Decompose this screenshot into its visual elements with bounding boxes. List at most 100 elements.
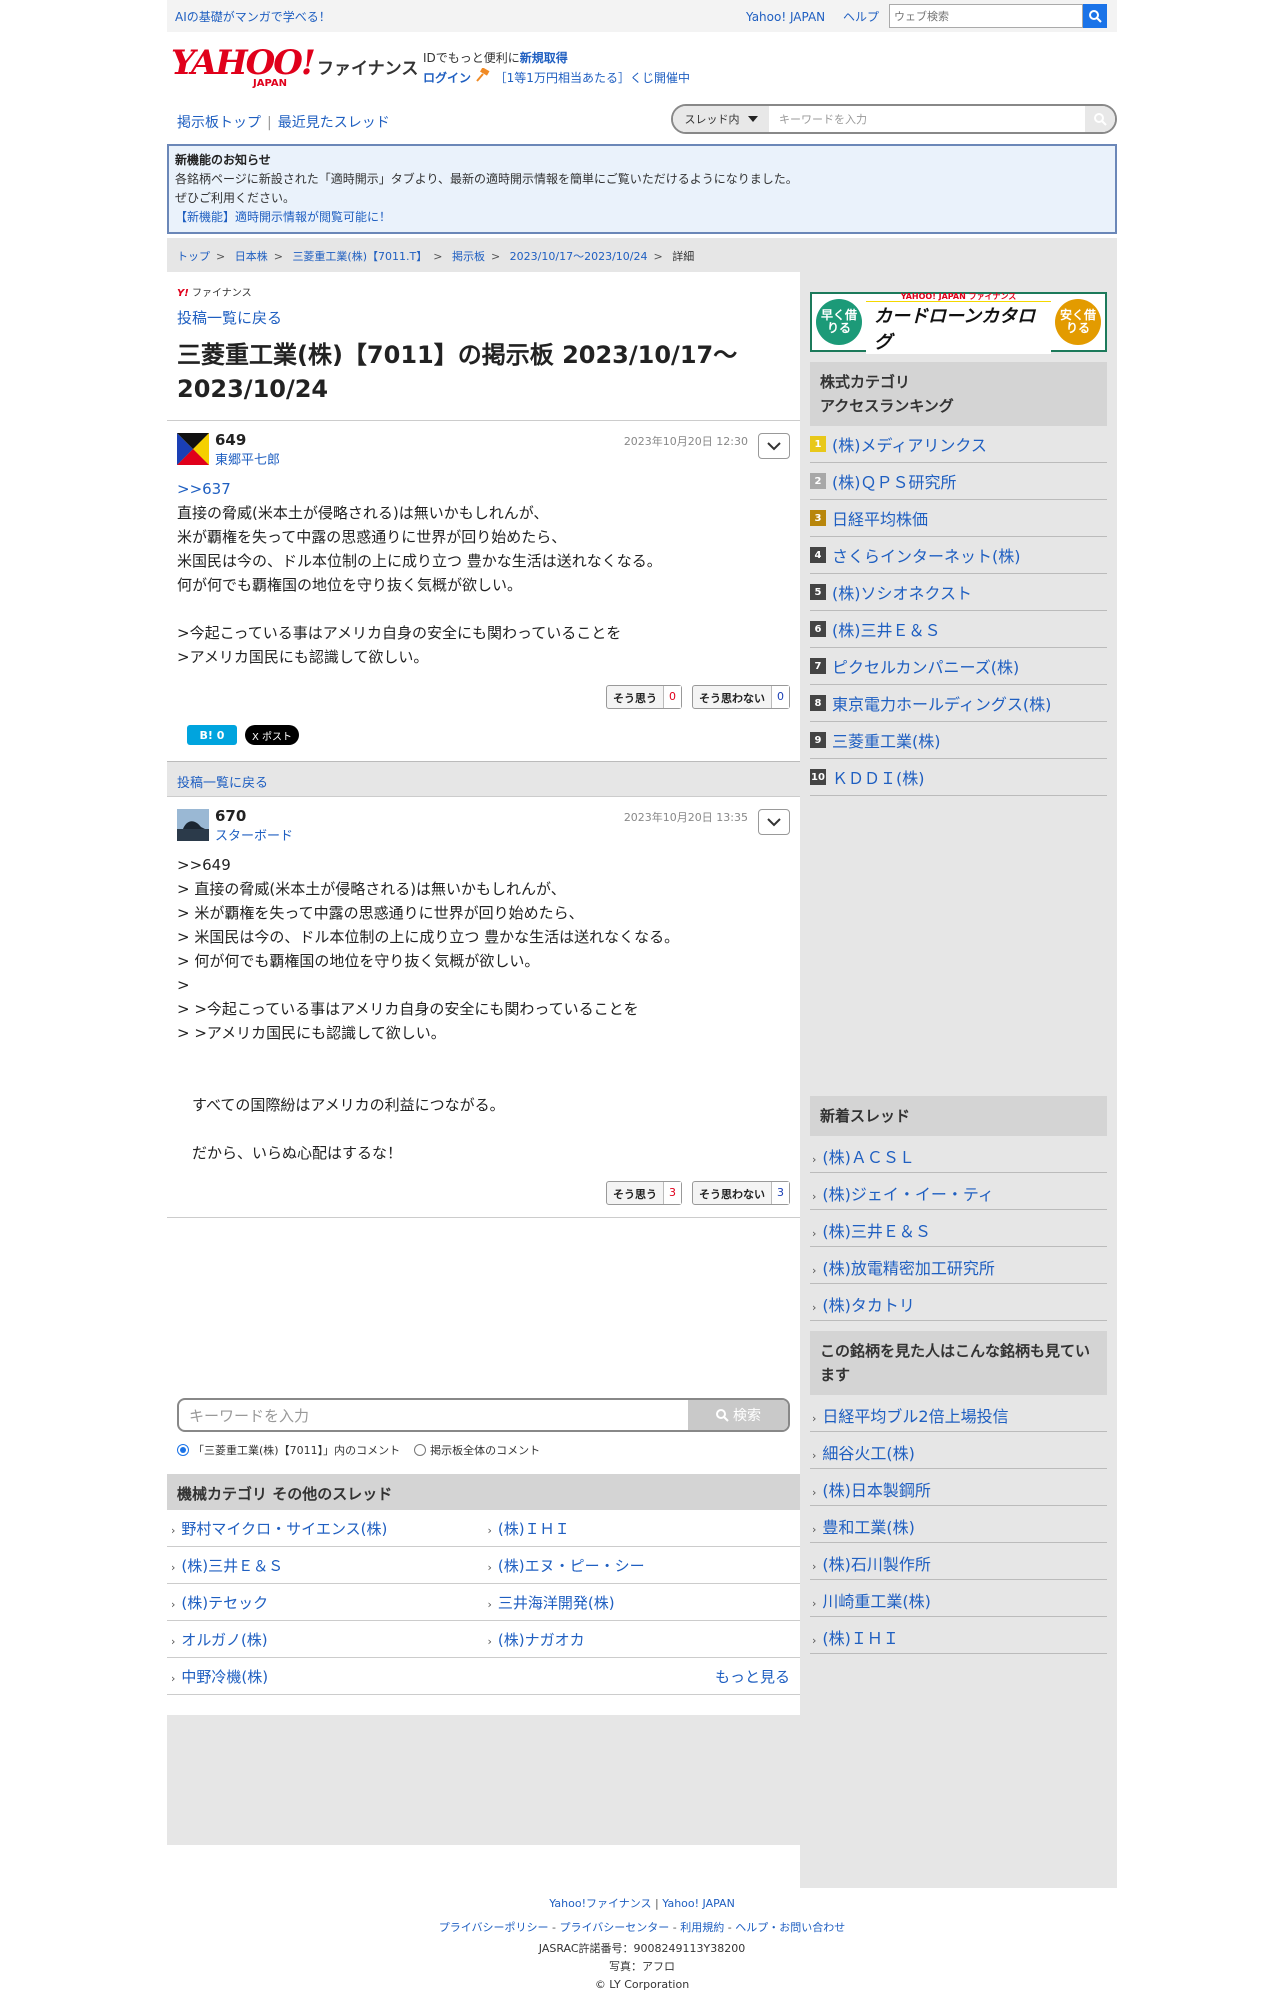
back-to-list-link[interactable]: 投稿一覧に戻る: [167, 299, 800, 328]
comment-search-button-label: 検索: [733, 1408, 761, 1424]
more-link[interactable]: もっと見る: [483, 1658, 800, 1695]
footer: Yahoo!ファイナンス | Yahoo! JAPAN プライバシーポリシー -…: [0, 1892, 1284, 1994]
yahoo-japan-link[interactable]: Yahoo! JAPAN: [746, 10, 825, 24]
new-thread-link[interactable]: (株)三井Ｅ＆Ｓ: [810, 1210, 1107, 1247]
thread-link[interactable]: 野村マイクロ・サイエンス(株): [167, 1510, 484, 1547]
category-threads-list: 野村マイクロ・サイエンス(株) (株)ＩＨＩ (株)三井Ｅ＆Ｓ (株)エヌ・ピー…: [167, 1510, 800, 1695]
scope-radio-all-label: 掲示板全体のコメント: [430, 1444, 541, 1457]
card-loan-banner[interactable]: 早く借りる YAHOO! JAPAN ファイナンス カードローンカタログ 安く借…: [810, 291, 1107, 354]
footer-copyright: © LY Corporation: [594, 1978, 690, 1991]
ad-space: [167, 1218, 800, 1398]
ranking-item[interactable]: 7 ピクセルカンパニーズ(株): [810, 648, 1107, 685]
post-user[interactable]: 東郷平七郎: [215, 449, 280, 468]
post-user[interactable]: スターボード: [215, 825, 293, 844]
banner-yahoo-label: YAHOO! JAPAN ファイナンス: [900, 291, 1017, 301]
thread-link[interactable]: オルガノ(株): [167, 1621, 484, 1658]
post-number[interactable]: 670: [215, 807, 246, 825]
thread-link[interactable]: (株)ナガオカ: [483, 1621, 800, 1658]
new-thread-link[interactable]: (株)ジェイ・イー・ティ: [810, 1173, 1107, 1210]
recent-threads-link[interactable]: 最近見たスレッド: [278, 115, 390, 131]
new-thread-link[interactable]: (株)放電精密加工研究所: [810, 1247, 1107, 1284]
ranking-item[interactable]: 1 (株)メディアリンクス: [810, 426, 1107, 463]
ranking-item[interactable]: 2 (株)ＱＰＳ研究所: [810, 463, 1107, 500]
x-post-button[interactable]: X ポスト: [245, 725, 299, 745]
promo-link[interactable]: AIの基礎がマンガで学べる！: [175, 8, 331, 25]
footer-privacy-center-link[interactable]: プライバシーセンター: [560, 1921, 670, 1934]
avatar[interactable]: [177, 433, 209, 465]
related-link[interactable]: (株)ＩＨＩ: [810, 1617, 1107, 1654]
ranking-item[interactable]: 6 (株)三井Ｅ＆Ｓ: [810, 611, 1107, 648]
new-thread-link[interactable]: (株)ＡＣＳＬ: [810, 1136, 1107, 1173]
footer-finance-link[interactable]: Yahoo!ファイナンス: [549, 1897, 651, 1910]
board-search-input[interactable]: キーワードを入力: [769, 111, 1085, 127]
ranking-item[interactable]: 8 東京電力ホールディングス(株): [810, 685, 1107, 722]
crumb-period[interactable]: 2023/10/17〜2023/10/24: [510, 250, 648, 263]
web-search-input[interactable]: [889, 4, 1083, 28]
search-scope-select[interactable]: スレッド内: [673, 106, 769, 132]
lottery-link[interactable]: ［1等1万円相当あたる］くじ開催中: [495, 71, 690, 85]
footer-jasrac: JASRAC許諾番号：9008249113Y38200: [538, 1942, 746, 1955]
id-text: IDでもっと便利に: [423, 51, 520, 65]
related-link[interactable]: (株)日本製鋼所: [810, 1469, 1107, 1506]
crumb-top[interactable]: トップ: [177, 250, 210, 263]
board-nav: 掲示板トップ | 最近見たスレッド スレッド内 キーワードを入力: [167, 100, 1117, 136]
related-link[interactable]: 豊和工業(株): [810, 1506, 1107, 1543]
thread-link[interactable]: 中野冷機(株): [167, 1658, 484, 1695]
reply-link[interactable]: >>637: [177, 480, 231, 498]
ranking-item[interactable]: 9 三菱重工業(株): [810, 722, 1107, 759]
main-bottom-space: [167, 1715, 800, 1845]
post-menu-button[interactable]: [758, 433, 790, 459]
ranking-item-label: ピクセルカンパニーズ(株): [832, 658, 1020, 677]
web-search-button[interactable]: [1083, 4, 1107, 28]
thread-link[interactable]: (株)エヌ・ピー・シー: [483, 1547, 800, 1584]
thread-link[interactable]: 三井海洋開発(株): [483, 1584, 800, 1621]
related-link[interactable]: 日経平均ブル2倍上場投信: [810, 1395, 1107, 1432]
ranking-item[interactable]: 5 (株)ソシオネクスト: [810, 574, 1107, 611]
new-thread-link[interactable]: (株)タカトリ: [810, 1284, 1107, 1321]
footer-terms-link[interactable]: 利用規約: [680, 1921, 724, 1934]
agree-button[interactable]: そう思う 0: [606, 685, 682, 709]
scope-radio-all[interactable]: 掲示板全体のコメント: [414, 1442, 540, 1458]
footer-yahoo-link[interactable]: Yahoo! JAPAN: [662, 1897, 735, 1910]
help-link[interactable]: ヘルプ: [843, 10, 879, 24]
post-date: 2023年10月20日 12:30: [623, 435, 748, 448]
related-link[interactable]: 川崎重工業(株): [810, 1580, 1107, 1617]
ranking-item[interactable]: 10 ＫＤＤＩ(株): [810, 759, 1107, 796]
post-number[interactable]: 649: [215, 431, 246, 449]
ranking-item[interactable]: 4 さくらインターネット(株): [810, 537, 1107, 574]
footer-photo-credit: 写真：アフロ: [609, 1960, 675, 1973]
board-search-button[interactable]: [1085, 106, 1115, 132]
avatar[interactable]: [177, 809, 209, 841]
banner-right-badge: 安く借りる: [1055, 299, 1101, 345]
login-link[interactable]: ログイン: [423, 71, 471, 85]
id-promo: IDでもっと便利に新規取得 ログイン ［1等1万円相当あたる］くじ開催中: [423, 48, 690, 88]
board-top-link[interactable]: 掲示板トップ: [177, 115, 261, 131]
post-menu-button[interactable]: [758, 809, 790, 835]
crumb-stock[interactable]: 三菱重工業(株)【7011.T】: [292, 250, 427, 263]
footer-help-link[interactable]: ヘルプ・お問い合わせ: [735, 1921, 845, 1934]
crumb-board[interactable]: 掲示板: [452, 250, 485, 263]
thread-link[interactable]: (株)テセック: [167, 1584, 484, 1621]
notice-link[interactable]: 【新機能】適時開示情報が閲覧可能に！: [175, 208, 1109, 227]
sidebar: 早く借りる YAHOO! JAPAN ファイナンス カードローンカタログ 安く借…: [800, 272, 1117, 1888]
thread-link[interactable]: (株)ＩＨＩ: [483, 1510, 800, 1547]
comment-search-button[interactable]: 検索: [688, 1400, 788, 1430]
register-link[interactable]: 新規取得: [520, 51, 568, 65]
disagree-button[interactable]: そう思わない 3: [692, 1181, 790, 1205]
comment-search-input[interactable]: キーワードを入力: [179, 1405, 688, 1426]
hatena-bookmark-button[interactable]: B! 0: [187, 725, 237, 745]
ranking-item[interactable]: 3 日経平均株価: [810, 500, 1107, 537]
yahoo-finance-logo[interactable]: YAHOO! JAPAN ファイナンス: [171, 46, 418, 89]
crumb-japan-stocks[interactable]: 日本株: [235, 250, 268, 263]
back-to-list-link-2[interactable]: 投稿一覧に戻る: [167, 761, 800, 797]
agree-button[interactable]: そう思う 3: [606, 1181, 682, 1205]
scope-radio-thread[interactable]: 「三菱重工業(株)【7011】」内のコメント: [177, 1442, 400, 1458]
post-date: 2023年10月20日 13:35: [623, 811, 748, 824]
agree-label: そう思う: [613, 692, 657, 705]
caret-down-icon: [747, 116, 758, 122]
related-link[interactable]: 細谷火工(株): [810, 1432, 1107, 1469]
related-link[interactable]: (株)石川製作所: [810, 1543, 1107, 1580]
thread-link[interactable]: (株)三井Ｅ＆Ｓ: [167, 1547, 484, 1584]
footer-privacy-policy-link[interactable]: プライバシーポリシー: [439, 1921, 549, 1934]
disagree-button[interactable]: そう思わない 0: [692, 685, 790, 709]
